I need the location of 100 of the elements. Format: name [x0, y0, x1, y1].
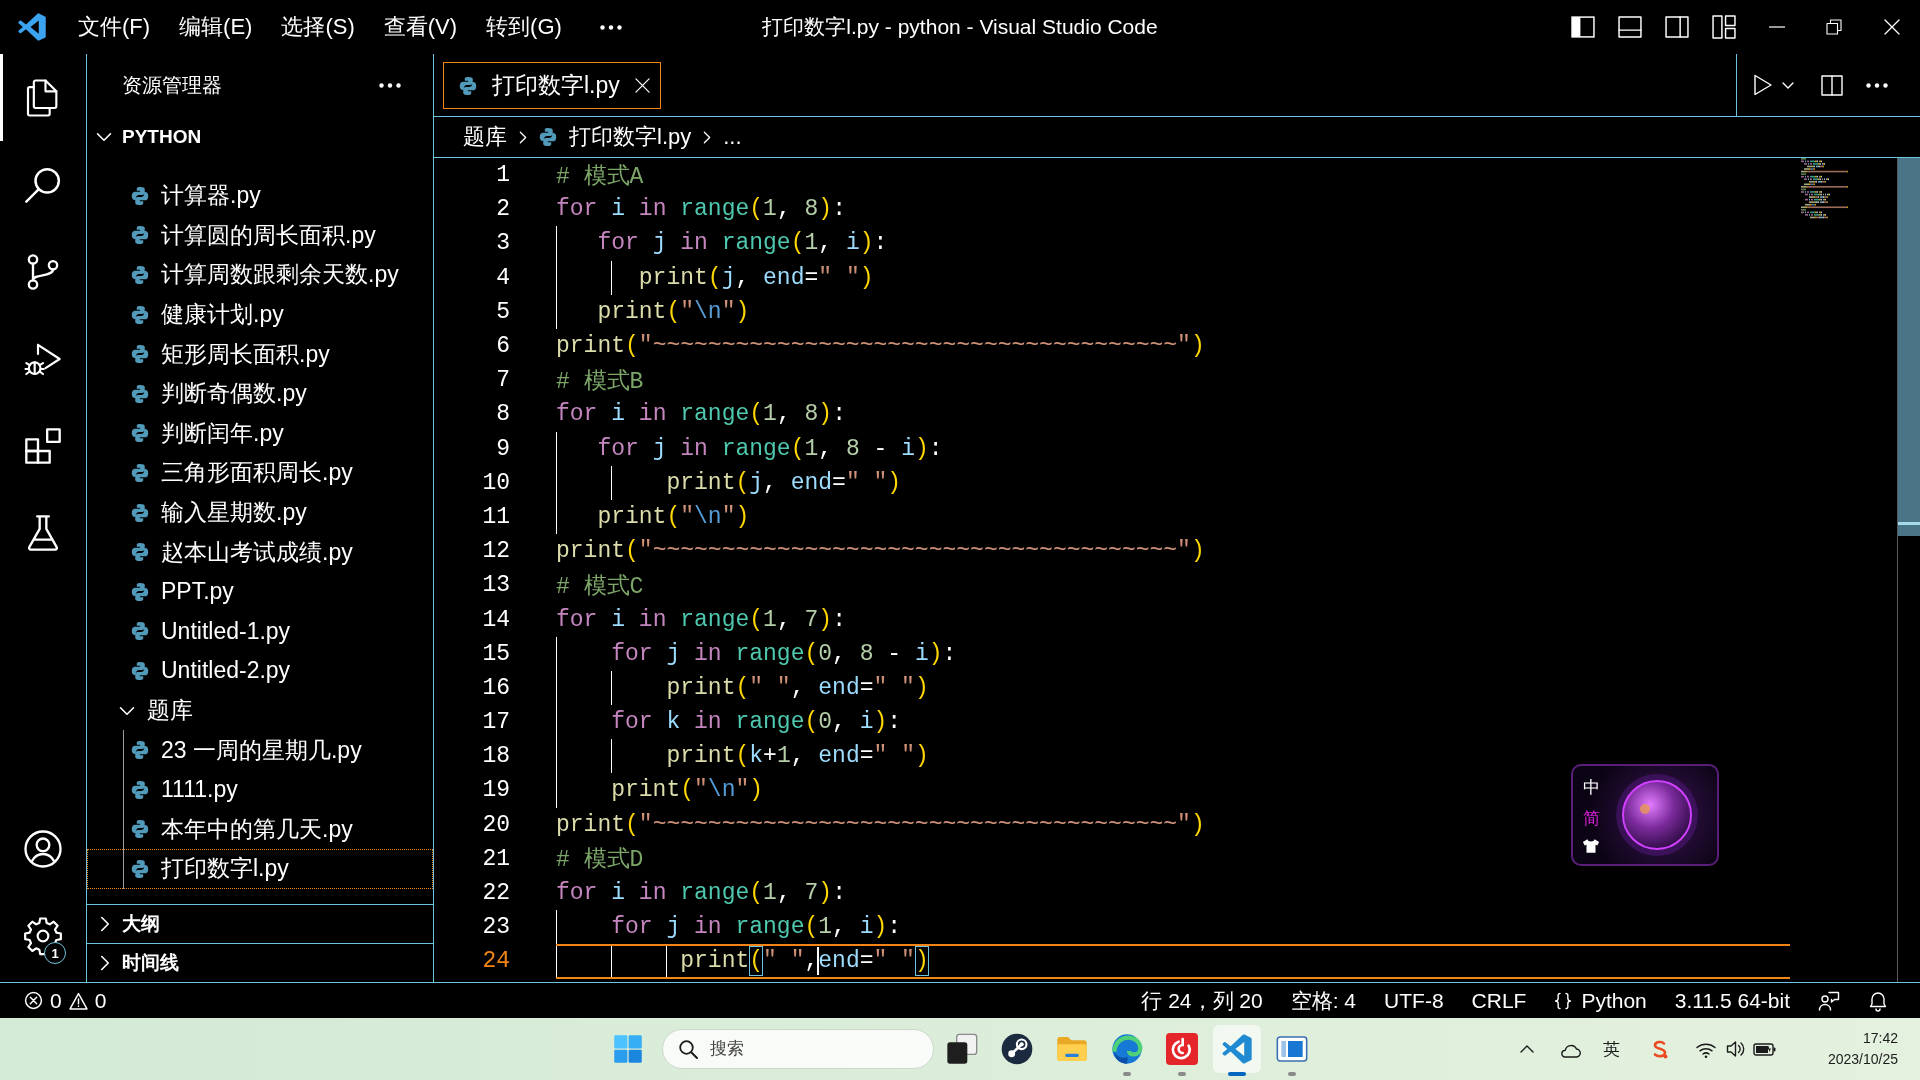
- menu-item[interactable]: 文件(F): [70, 8, 159, 46]
- circle-logo-icon[interactable]: [1000, 1033, 1033, 1065]
- tree-item[interactable]: 本年中的第几天.py: [87, 809, 433, 850]
- tree-item[interactable]: 判断闰年.py: [87, 413, 433, 454]
- code-line: print(k+1, end=" "): [665, 743, 929, 770]
- python-file-icon: [539, 128, 557, 146]
- python-file-icon: [131, 384, 149, 403]
- notifications-icon[interactable]: [1868, 990, 1888, 1011]
- problems-button[interactable]: 0 0: [24, 988, 107, 1013]
- python-file-icon: [131, 424, 149, 443]
- line-number: 21: [481, 845, 511, 872]
- chevron-down-icon[interactable]: [96, 131, 112, 142]
- wave-logo-icon[interactable]: [1110, 1033, 1143, 1065]
- panel-toggle-icon[interactable]: [1618, 15, 1642, 39]
- layout-grid-icon[interactable]: [1712, 15, 1736, 39]
- python-file-icon: [131, 345, 149, 364]
- swirl-tile-icon[interactable]: [1165, 1033, 1198, 1065]
- extensions-icon[interactable]: [23, 425, 63, 466]
- close-icon[interactable]: [1884, 19, 1900, 35]
- restore-icon[interactable]: [1826, 19, 1842, 35]
- window-title: 打印数字l.py - python - Visual Studio Code: [762, 14, 1158, 40]
- line-number: 13: [481, 572, 511, 599]
- menu-item[interactable]: 查看(V): [375, 8, 466, 46]
- tree-item[interactable]: Untitled-2.py: [87, 651, 433, 691]
- line-number: 22: [481, 880, 511, 907]
- tree-item[interactable]: 矩形周长面积.py: [87, 334, 433, 374]
- clock-date[interactable]: 2023/10/25: [1827, 1049, 1898, 1070]
- ribbon-logo-icon[interactable]: [1212, 1025, 1261, 1073]
- tree-item[interactable]: 计算器.py: [87, 176, 433, 216]
- split-editor-icon[interactable]: [1821, 74, 1843, 96]
- more-icon[interactable]: [599, 24, 622, 30]
- cursor-position[interactable]: 行 24，列 20: [1141, 986, 1263, 1015]
- python-file-icon: [131, 463, 149, 482]
- battery-icon[interactable]: [1752, 1040, 1776, 1058]
- tree-item[interactable]: 输入星期数.py: [87, 492, 433, 533]
- code-line: print(" ",end=" "): [679, 946, 929, 977]
- breadcrumb[interactable]: 打印数字l.py: [539, 122, 692, 152]
- tree-item[interactable]: 计算周数跟剩余天数.py: [87, 255, 433, 295]
- python-file-icon: [131, 741, 149, 760]
- secondary-sidebar-toggle-icon[interactable]: [1665, 15, 1689, 39]
- settings-icon[interactable]: [23, 915, 63, 956]
- tree-item[interactable]: 1111.py: [87, 769, 433, 810]
- more-icon[interactable]: [1866, 82, 1888, 88]
- indentation-setting[interactable]: 空格: 4: [1290, 986, 1357, 1015]
- chevron-down-icon[interactable]: [1782, 81, 1794, 89]
- start-icon[interactable]: [613, 1034, 643, 1064]
- tree-item[interactable]: 三角形面积周长.py: [87, 453, 433, 493]
- minimap[interactable]: [1801, 158, 1851, 220]
- window-tile-icon[interactable]: [1275, 1033, 1308, 1065]
- language-mode-button[interactable]: Python: [1554, 988, 1647, 1013]
- tree-item[interactable]: 判断奇偶数.py: [87, 373, 433, 414]
- tree-item[interactable]: 打印数字l.py: [87, 849, 433, 889]
- clock-time[interactable]: 17:42: [1862, 1028, 1898, 1049]
- chevron-down-icon[interactable]: [119, 705, 135, 716]
- line-ending-setting[interactable]: CRLF: [1471, 988, 1527, 1013]
- tree-item[interactable]: Untitled-1.py: [87, 611, 433, 652]
- chevron-up-icon[interactable]: [1519, 1045, 1534, 1053]
- breadcrumb[interactable]: 题库: [463, 122, 507, 152]
- volume-icon[interactable]: [1725, 1040, 1743, 1058]
- shirt-icon[interactable]: [1582, 838, 1600, 854]
- line-number: 11: [481, 503, 511, 530]
- code-line: for j in range(1, i):: [610, 914, 902, 941]
- charset-toggle[interactable]: 简: [1582, 807, 1600, 830]
- encoding-setting[interactable]: UTF-8: [1384, 988, 1444, 1013]
- code-line: print(j, end=" "): [637, 264, 874, 291]
- account-icon[interactable]: [23, 828, 63, 869]
- task-view-icon[interactable]: [945, 1033, 978, 1065]
- interpreter-version[interactable]: 3.11.5 64-bit: [1674, 988, 1790, 1013]
- braces-icon: [1554, 991, 1573, 1010]
- scrollbar-thumb[interactable]: [1898, 158, 1920, 536]
- feedback-icon[interactable]: [1818, 990, 1840, 1011]
- input-language-indicator[interactable]: 英: [1602, 1037, 1620, 1061]
- error-icon: [24, 991, 43, 1010]
- menu-item[interactable]: 转到(G): [478, 8, 570, 46]
- editor-tab[interactable]: 打印数字l.py: [443, 62, 661, 109]
- sidebar-toggle-icon[interactable]: [1571, 15, 1595, 39]
- tree-item[interactable]: 健康计划.py: [87, 294, 433, 335]
- panel-header[interactable]: 大纲: [87, 904, 433, 943]
- chevron-right-icon[interactable]: [100, 916, 110, 932]
- chevron-right-icon: [519, 130, 527, 144]
- chevron-right-icon[interactable]: [100, 955, 110, 971]
- menu-item[interactable]: 编辑(E): [171, 8, 261, 46]
- tree-item[interactable]: 计算圆的周长面积.py: [87, 215, 433, 256]
- code-line: print(j, end=" "): [665, 469, 902, 496]
- input-mode-toggle[interactable]: 中: [1582, 776, 1600, 799]
- tree-item[interactable]: 题库: [87, 690, 433, 731]
- line-number: 5: [495, 298, 511, 325]
- tree-item[interactable]: 23 一周的星期几.py: [87, 730, 433, 770]
- close-icon[interactable]: [634, 78, 650, 93]
- search-field[interactable]: 搜索: [662, 1029, 934, 1069]
- python-file-icon: [131, 859, 149, 878]
- more-icon[interactable]: [379, 83, 401, 88]
- tree-item[interactable]: PPT.py: [87, 571, 433, 612]
- section-header[interactable]: PYTHON: [87, 117, 433, 156]
- run-icon[interactable]: [1753, 74, 1773, 96]
- panel-header[interactable]: 时间线: [87, 943, 433, 982]
- tree-item[interactable]: 赵本山考试成绩.py: [87, 532, 433, 572]
- breadcrumb[interactable]: ...: [723, 124, 742, 150]
- python-file-icon: [131, 661, 149, 680]
- menu-item[interactable]: 选择(S): [273, 8, 363, 46]
